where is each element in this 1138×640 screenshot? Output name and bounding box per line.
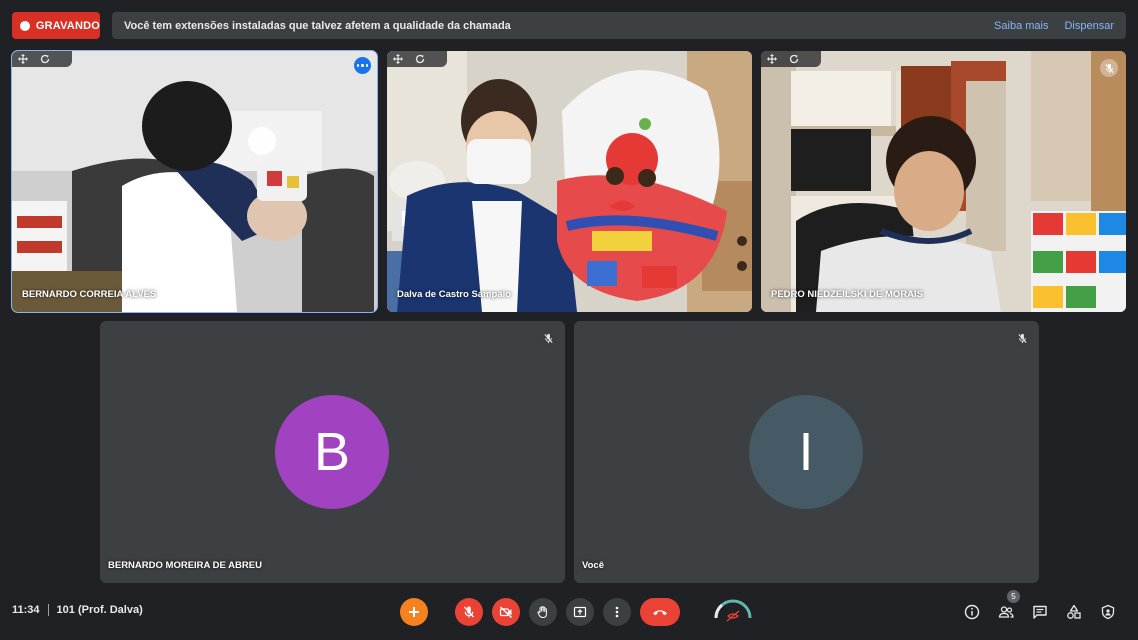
raise-hand-icon xyxy=(537,606,547,619)
refresh-icon[interactable] xyxy=(415,54,425,64)
info-icon xyxy=(964,604,980,620)
host-controls-icon xyxy=(1101,604,1115,620)
tile-pin-controls[interactable] xyxy=(761,51,821,67)
learn-more-link[interactable]: Saiba mais xyxy=(994,20,1048,32)
microphone-toggle-button[interactable] xyxy=(455,598,483,626)
mic-off-icon xyxy=(463,606,475,618)
muted-indicator xyxy=(1013,329,1031,347)
refresh-icon[interactable] xyxy=(789,54,799,64)
participant-name: BERNARDO MOREIRA DE ABREU xyxy=(108,560,262,571)
move-icon[interactable] xyxy=(393,54,403,64)
move-icon[interactable] xyxy=(18,54,28,64)
chat-icon xyxy=(1033,605,1047,619)
record-dot-icon xyxy=(20,20,30,31)
participant-name: Você xyxy=(582,560,605,571)
tile-more-options-button[interactable] xyxy=(354,57,371,74)
tile-pin-controls[interactable] xyxy=(12,51,72,67)
banner-message: Você tem extensões instaladas que talvez… xyxy=(124,19,511,32)
plus-icon xyxy=(409,607,419,617)
participant-avatar: I xyxy=(749,395,863,509)
camera-toggle-button[interactable] xyxy=(492,598,520,626)
meeting-details: 11:34 101 (Prof. Dalva) xyxy=(12,604,143,616)
extensions-warning-banner: Você tem extensões instaladas que talvez… xyxy=(112,12,1126,39)
recording-indicator[interactable]: GRAVANDO xyxy=(12,12,100,39)
recording-label: GRAVANDO xyxy=(35,19,100,32)
participant-tile-self[interactable]: I Você xyxy=(574,321,1039,583)
participant-tile-pedro[interactable]: PEDRO NIEDZEILSKI DE MORAIS xyxy=(761,51,1126,312)
camera-off-icon xyxy=(499,606,512,619)
chat-button[interactable] xyxy=(1030,602,1050,622)
meeting-info-button[interactable] xyxy=(962,602,982,622)
mic-off-icon xyxy=(1104,63,1114,73)
participant-video xyxy=(387,51,752,312)
participant-avatar: B xyxy=(275,395,389,509)
refresh-icon[interactable] xyxy=(40,54,50,64)
clock: 11:34 xyxy=(12,604,40,616)
leave-call-button[interactable] xyxy=(640,598,680,626)
meeting-health-indicator[interactable] xyxy=(712,596,754,628)
participant-tile-bernardo-correia-alves[interactable]: BERNARDO CORREIA ALVES xyxy=(11,50,378,313)
mic-off-icon xyxy=(1017,333,1027,343)
activities-icon xyxy=(1067,604,1081,619)
participant-name: BERNARDO CORREIA ALVES xyxy=(22,289,157,300)
raise-hand-button[interactable] xyxy=(529,598,557,626)
more-options-button[interactable] xyxy=(603,598,631,626)
host-controls-button[interactable] xyxy=(1098,602,1118,622)
hangup-icon xyxy=(653,610,667,616)
participant-video xyxy=(761,51,1126,312)
present-icon xyxy=(573,606,587,618)
muted-indicator xyxy=(1100,59,1118,77)
divider xyxy=(47,604,49,616)
meeting-name: 101 (Prof. Dalva) xyxy=(56,604,143,616)
tile-pin-controls[interactable] xyxy=(387,51,447,67)
present-screen-button[interactable] xyxy=(566,598,594,626)
more-vert-icon xyxy=(615,606,619,618)
participant-count-badge: 5 xyxy=(1007,590,1020,603)
activities-button[interactable] xyxy=(1064,602,1084,622)
connection-gauge-icon xyxy=(714,599,752,622)
add-activity-button[interactable] xyxy=(400,598,428,626)
participant-name: Dalva de Castro Sampaio xyxy=(397,289,512,300)
participants-button[interactable] xyxy=(996,602,1016,622)
dismiss-button[interactable]: Dispensar xyxy=(1064,20,1114,32)
participant-tile-dalva[interactable]: Dalva de Castro Sampaio xyxy=(387,51,752,312)
participant-tile-bernardo-moreira-de-abreu[interactable]: B BERNARDO MOREIRA DE ABREU xyxy=(100,321,565,583)
participant-name: PEDRO NIEDZEILSKI DE MORAIS xyxy=(771,289,924,300)
participant-video xyxy=(12,51,377,312)
move-icon[interactable] xyxy=(767,54,777,64)
mic-off-icon xyxy=(543,333,553,343)
muted-indicator xyxy=(539,329,557,347)
people-icon xyxy=(998,606,1014,618)
